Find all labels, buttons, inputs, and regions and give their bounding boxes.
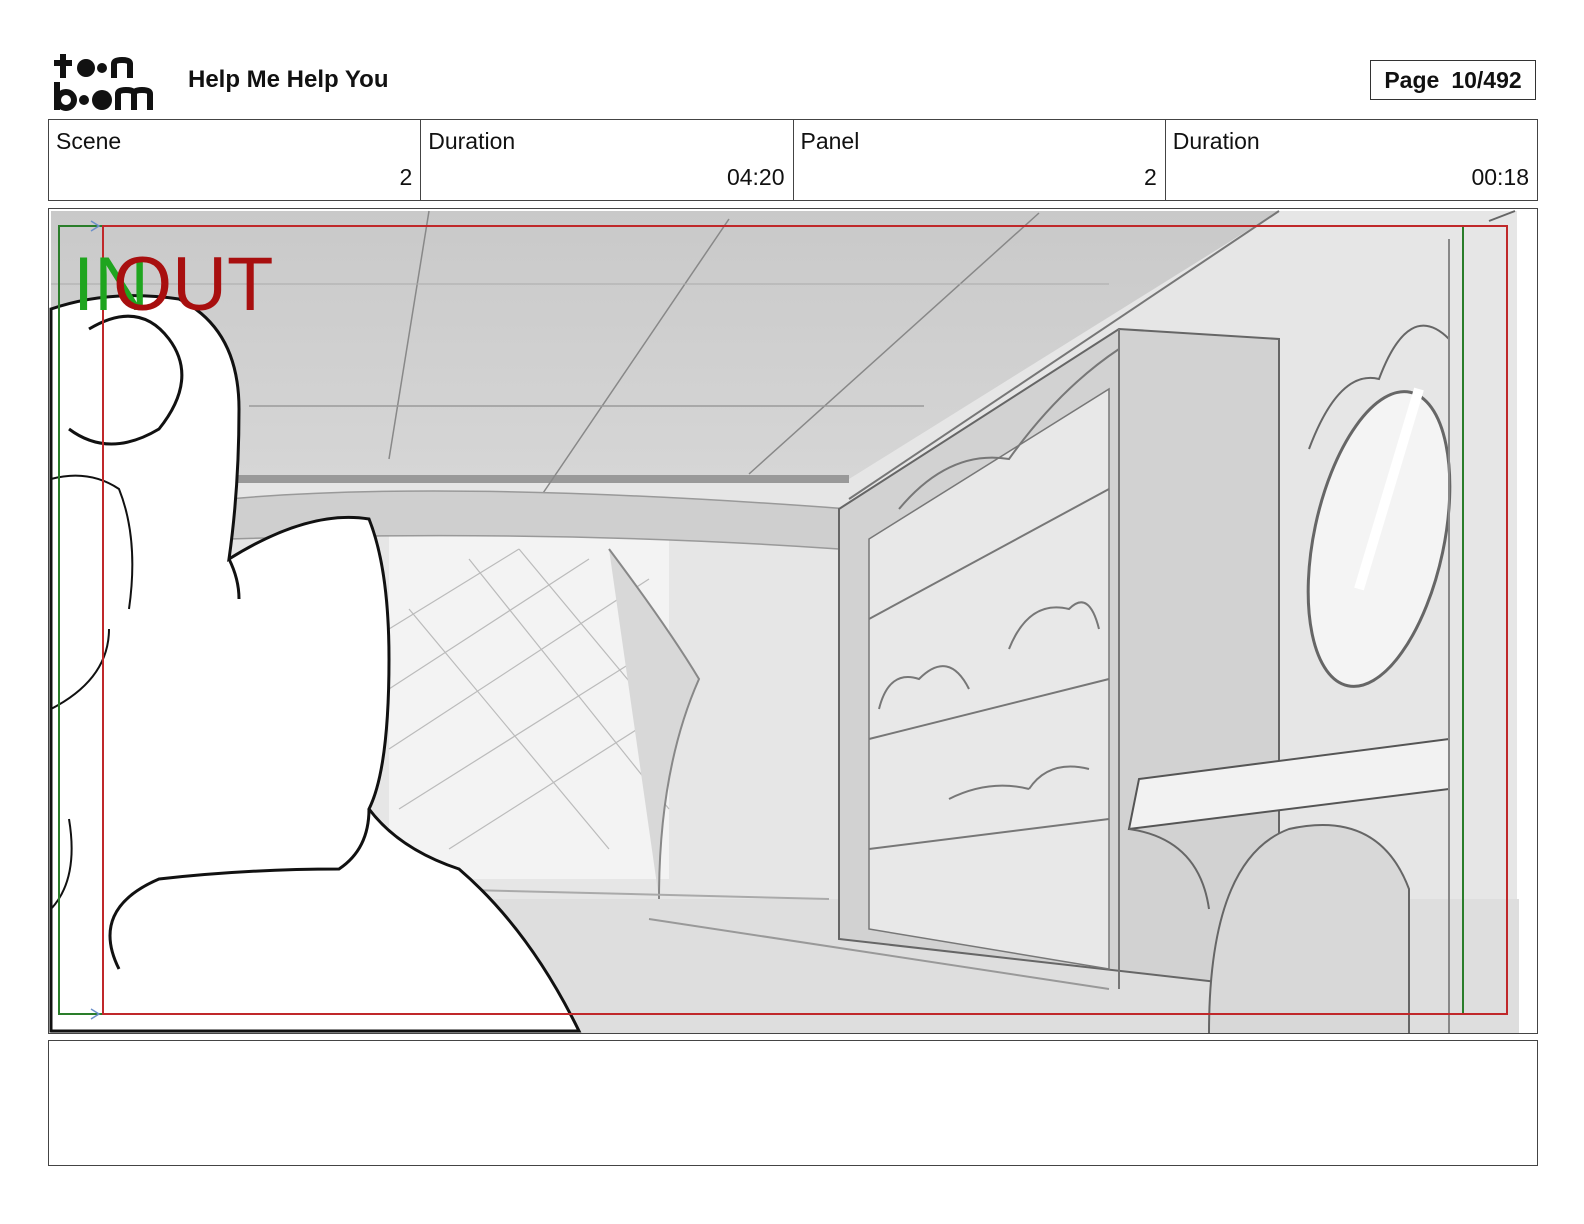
scene-duration-value: 04:20 xyxy=(726,164,785,190)
panel-duration-value: 00:18 xyxy=(1471,164,1529,190)
panel-duration-cell: Duration 00:18 xyxy=(1166,120,1537,200)
storyboard-panel: IN OUT xyxy=(48,208,1538,1034)
panel-cell: Panel 2 xyxy=(794,120,1166,200)
panel-value: 2 xyxy=(1143,164,1157,190)
panel-label: Panel xyxy=(800,128,860,154)
panel-info-table: Scene 2 Duration 04:20 Panel 2 Duration … xyxy=(48,119,1538,201)
scene-label: Scene xyxy=(56,128,122,154)
panel-sketch xyxy=(49,210,1519,1033)
page-number: 10/492 xyxy=(1451,66,1522,93)
scene-cell: Scene 2 xyxy=(49,120,422,200)
out-marker: OUT xyxy=(113,242,274,327)
scene-value: 2 xyxy=(399,164,413,190)
scene-duration-cell: Duration 04:20 xyxy=(421,120,794,200)
scene-duration-label: Duration xyxy=(428,128,516,154)
project-title: Help Me Help You xyxy=(188,66,389,93)
panel-notes-box xyxy=(48,1040,1538,1166)
page-label: Page xyxy=(1384,66,1440,93)
toonboom-logo xyxy=(52,50,164,112)
page-indicator: Page 10/492 xyxy=(1370,60,1536,100)
panel-duration-label: Duration xyxy=(1172,128,1260,154)
